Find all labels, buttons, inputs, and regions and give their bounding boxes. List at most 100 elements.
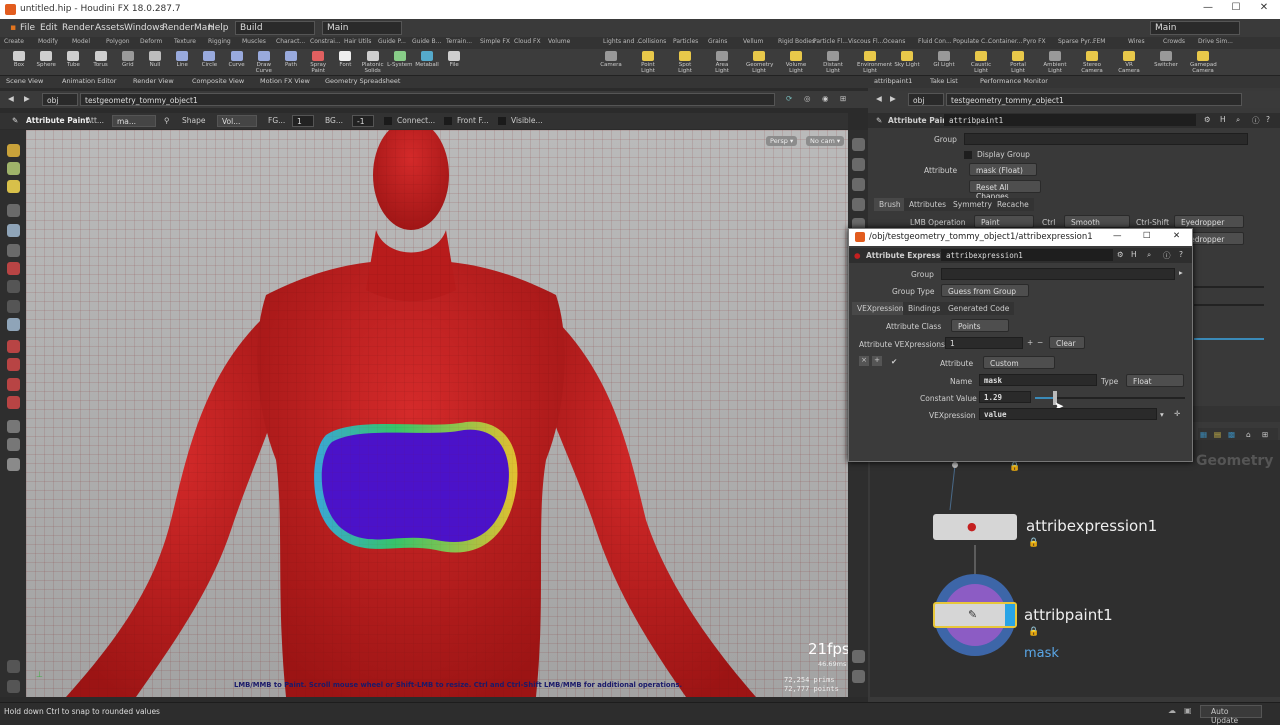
shelf-tab[interactable]: Volume [548,38,570,45]
dialog-add-icon[interactable]: + [1027,338,1033,347]
menu-help[interactable]: Help [208,23,229,33]
shelf-tab[interactable]: Particles [673,38,698,45]
menu-render[interactable]: Render [62,23,94,33]
shelf-tool[interactable]: Torus [88,50,114,75]
shelf-tool[interactable]: Null [142,50,168,75]
shelf-tool[interactable]: File [441,50,467,75]
dialog-gear-icon[interactable]: ⚙ [1117,250,1124,259]
snap-grid-icon[interactable] [7,340,20,353]
attribute-param-select[interactable]: mask (Float) [969,163,1037,176]
tab-attributes[interactable]: Attributes [904,198,952,211]
settings-tool-icon[interactable] [7,680,20,693]
display-options-icon[interactable] [852,670,865,683]
shelf-tab[interactable]: Charact... [276,38,305,45]
shelf-tab[interactable]: Simple FX [480,38,510,45]
tab-recache[interactable]: Recache [992,198,1034,211]
shelf-tab[interactable]: Drive Sim... [1198,38,1233,45]
menu-assets[interactable]: Assets [95,23,124,33]
network-sticky-icon[interactable]: ▤ [1214,430,1221,439]
forward-right-icon[interactable]: ▶ [890,94,896,103]
help-h-icon[interactable]: H [1220,115,1226,124]
transform-tool-icon[interactable] [7,300,20,313]
cloud-icon[interactable]: ☁ [1168,706,1176,715]
shelf-tool[interactable]: Grid [115,50,141,75]
pane-tab[interactable]: attribpaint1 [874,77,912,85]
shelf-tool[interactable]: Metaball [414,50,440,75]
path-obj-right[interactable]: obj [908,93,944,106]
link-icon[interactable]: ◎ [804,94,811,103]
shelf-tab[interactable]: Oceans [883,38,905,45]
back-right-icon[interactable]: ◀ [876,94,882,103]
shelf-tab[interactable]: FEM [1093,38,1105,45]
shelf-tab[interactable]: Rigid Bodies [778,38,815,45]
shelf-tab[interactable]: Pyro FX [1023,38,1046,45]
shelf-tool[interactable]: Spot Light [672,50,698,75]
shape-select[interactable]: Vol... [217,115,257,127]
shelf-tab[interactable]: Wires [1128,38,1145,45]
group-field[interactable] [964,133,1248,145]
shelf-tab[interactable]: Guide P... [378,38,406,45]
menu-renderman[interactable]: RenderMan [162,23,213,33]
param-slider-track-2[interactable] [1194,304,1264,306]
menu-file[interactable]: File [20,23,35,33]
dialog-attr-vex-count[interactable]: 1 [945,337,1023,349]
dialog-close-button[interactable]: ✕ [1173,231,1180,241]
shelf-tool[interactable]: Volume Light [783,50,809,75]
shelf-tool[interactable]: Spray Paint [305,50,331,75]
dialog-type-select[interactable]: Float [1126,374,1184,387]
dialog-minimize-button[interactable]: — [1113,231,1122,241]
param-slider-track-3[interactable] [1194,338,1264,340]
dialog-tab-bindings[interactable]: Bindings [903,302,946,315]
persp-menu[interactable]: Persp ▾ [766,136,798,146]
display-lock2-icon[interactable] [852,178,865,191]
network-tree-icon[interactable]: ⌂ [1246,430,1251,439]
dialog-vex-dropdown-icon[interactable]: ▾ [1160,410,1164,419]
shelf-tab[interactable]: Constrai... [310,38,341,45]
shelf-tool[interactable]: Portal Light [1005,50,1031,75]
snap-prim-icon[interactable] [7,358,20,371]
flipbook-icon[interactable] [7,438,20,451]
shelf-tab[interactable]: Guide B... [412,38,441,45]
shelf-tab[interactable]: Modify [38,38,58,45]
view-tool-icon[interactable] [7,162,20,175]
shelf-tab[interactable]: Vellum [743,38,763,45]
shelf-tab[interactable]: Create [4,38,24,45]
shelf-tool[interactable]: Ambient Light [1042,50,1068,75]
shelf-tool[interactable]: Platonic Solids [360,50,386,75]
shelf-tool[interactable]: Area Light [709,50,735,75]
pane-tab[interactable]: Take List [930,77,958,85]
shelf-tab[interactable]: Sparse Pyr... [1058,38,1095,45]
shelf-tab[interactable]: Collisions [638,38,666,45]
camera-tool-icon[interactable] [7,458,20,471]
shelf-tool[interactable]: Curve [224,50,250,75]
pane-tab[interactable]: Geometry Spreadsheet [325,77,400,85]
dialog-insert-entry-icon[interactable]: + [872,356,882,366]
houdini-menu-icon[interactable]: ▪ [10,23,16,33]
shelf-tab[interactable]: Lights and ... [603,38,642,45]
display-ghost-icon[interactable] [852,158,865,171]
front-checkbox[interactable] [444,117,452,125]
shelf-tool[interactable]: VR Camera [1116,50,1142,75]
shelf-tab[interactable]: Particle Fl... [813,38,848,45]
shelf-tool[interactable]: Font [332,50,358,75]
lock-tool-icon[interactable] [7,224,20,237]
shelf-tab[interactable]: Texture [174,38,196,45]
auto-update-select[interactable]: Auto Update [1200,705,1262,725]
dialog-node-name[interactable]: attribexpression1 [941,249,1113,261]
dialog-maximize-button[interactable]: ☐ [1143,231,1151,241]
display-flag[interactable] [1005,604,1015,626]
param-node-name[interactable]: attribpaint1 [944,114,1196,126]
render-region-icon[interactable] [7,420,20,433]
dialog-attr-class-select[interactable]: Points [951,319,1009,332]
network-grid-icon[interactable]: ▩ [1228,430,1235,439]
scene-viewport[interactable]: Persp ▾ No cam ▾ 21fps 46.69ms 72,254 pr… [26,130,848,697]
ctrl-select[interactable]: Smooth [1064,215,1130,228]
camera-menu[interactable]: No cam ▾ [806,136,845,146]
ctrl-shift-select[interactable]: Eyedropper [1174,215,1244,228]
handle-tool-icon[interactable] [7,144,20,157]
pane-tab[interactable]: Composite View [192,77,244,85]
shelf-tool[interactable]: Environment Light [857,50,892,75]
pose-tool-icon[interactable] [7,180,20,193]
path-node[interactable]: testgeometry_tommy_object1 [80,93,775,106]
desktop-selector-right[interactable]: Main [1150,21,1240,35]
